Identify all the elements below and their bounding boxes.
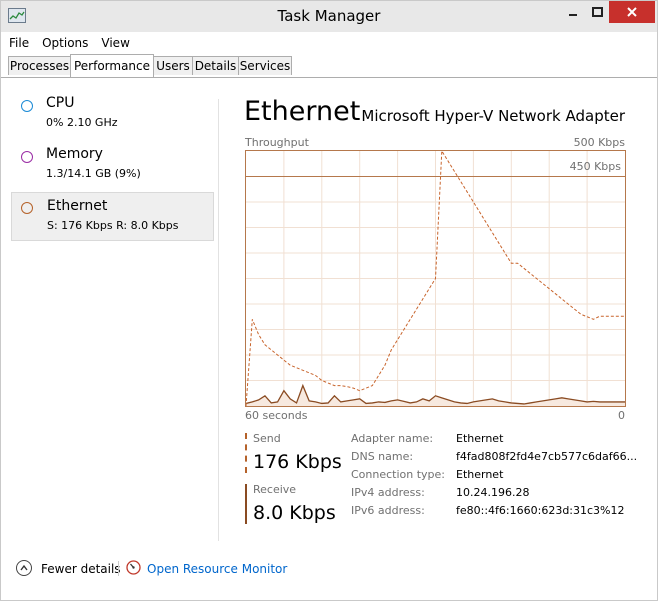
tab-services[interactable]: Services xyxy=(238,56,292,75)
tab-details[interactable]: Details xyxy=(192,56,239,75)
detail-value-dns-name: f4fad808f2fd4e7cb577c6daf66... xyxy=(456,450,638,463)
throughput-graph: 450 Kbps xyxy=(245,150,626,407)
pane-divider[interactable] xyxy=(218,99,219,541)
graph-scale-marker-label: 450 Kbps xyxy=(569,160,621,173)
title-bar[interactable]: Task Manager xyxy=(1,1,657,32)
sidebar-item-ethernet[interactable]: Ethernet S: 176 Kbps R: 8.0 Kbps xyxy=(11,192,214,241)
time-axis-right-label: 0 xyxy=(618,409,625,422)
window-title: Task Manager xyxy=(277,7,381,25)
cpu-indicator-icon xyxy=(21,100,33,112)
sidebar-item-title: Ethernet xyxy=(47,198,108,214)
chevron-up-icon xyxy=(20,564,28,571)
adapter-name-heading: Microsoft Hyper-V Network Adapter xyxy=(361,107,625,125)
maximize-icon xyxy=(591,7,603,17)
tab-bar: Processes Performance Users Details Serv… xyxy=(1,54,657,78)
page-title: Ethernet xyxy=(244,96,361,127)
detail-value-connection-type: Ethernet xyxy=(456,468,504,481)
sidebar-item-subtitle: 0% 2.10 GHz xyxy=(46,116,118,129)
sidebar-item-title: Memory xyxy=(46,146,103,162)
menu-view[interactable]: View xyxy=(93,36,134,50)
receive-legend-marker xyxy=(245,484,247,524)
throughput-label: Throughput xyxy=(245,136,309,149)
sidebar-item-subtitle: S: 176 Kbps R: 8.0 Kbps xyxy=(47,219,179,232)
task-manager-window: Task Manager File Options View Processes… xyxy=(0,0,658,601)
sidebar-item-title: CPU xyxy=(46,95,75,111)
memory-indicator-icon xyxy=(21,151,33,163)
fewer-details-button[interactable] xyxy=(16,560,32,576)
detail-key-dns-name: DNS name: xyxy=(351,450,414,463)
open-resource-monitor-link[interactable]: Open Resource Monitor xyxy=(147,562,287,576)
minimize-button[interactable] xyxy=(561,1,585,23)
throughput-graph-canvas xyxy=(246,151,625,406)
max-throughput-label: 500 Kbps xyxy=(573,136,625,149)
menu-bar: File Options View xyxy=(1,32,657,54)
send-legend-marker xyxy=(245,433,247,473)
detail-key-connection-type: Connection type: xyxy=(351,468,446,481)
time-axis-left-label: 60 seconds xyxy=(245,409,308,422)
receive-value: 8.0 Kbps xyxy=(253,502,336,524)
detail-key-adapter-name: Adapter name: xyxy=(351,432,434,445)
maximize-button[interactable] xyxy=(585,1,609,23)
menu-file[interactable]: File xyxy=(1,36,34,50)
detail-value-ipv4: 10.24.196.28 xyxy=(456,486,530,499)
tab-processes[interactable]: Processes xyxy=(8,56,71,75)
close-button[interactable] xyxy=(609,1,655,23)
sidebar-item-memory[interactable]: Memory 1.3/14.1 GB (9%) xyxy=(11,143,214,192)
footer-divider xyxy=(118,561,119,576)
detail-key-ipv4: IPv4 address: xyxy=(351,486,425,499)
close-icon xyxy=(627,7,637,17)
send-value: 176 Kbps xyxy=(253,451,342,473)
tab-users[interactable]: Users xyxy=(153,56,193,75)
receive-label: Receive xyxy=(253,483,297,496)
menu-options[interactable]: Options xyxy=(34,36,93,50)
minimize-icon xyxy=(569,14,577,16)
ethernet-indicator-icon xyxy=(21,202,33,214)
detail-value-ipv6: fe80::4f6:1660:623d:31c3%12 xyxy=(456,504,625,517)
sidebar-item-subtitle: 1.3/14.1 GB (9%) xyxy=(46,167,141,180)
tab-performance[interactable]: Performance xyxy=(70,54,154,77)
send-label: Send xyxy=(253,432,281,445)
fewer-details-link[interactable]: Fewer details xyxy=(41,562,121,576)
detail-key-ipv6: IPv6 address: xyxy=(351,504,425,517)
sidebar-item-cpu[interactable]: CPU 0% 2.10 GHz xyxy=(11,92,214,141)
detail-value-adapter-name: Ethernet xyxy=(456,432,504,445)
resource-monitor-icon xyxy=(126,560,141,575)
